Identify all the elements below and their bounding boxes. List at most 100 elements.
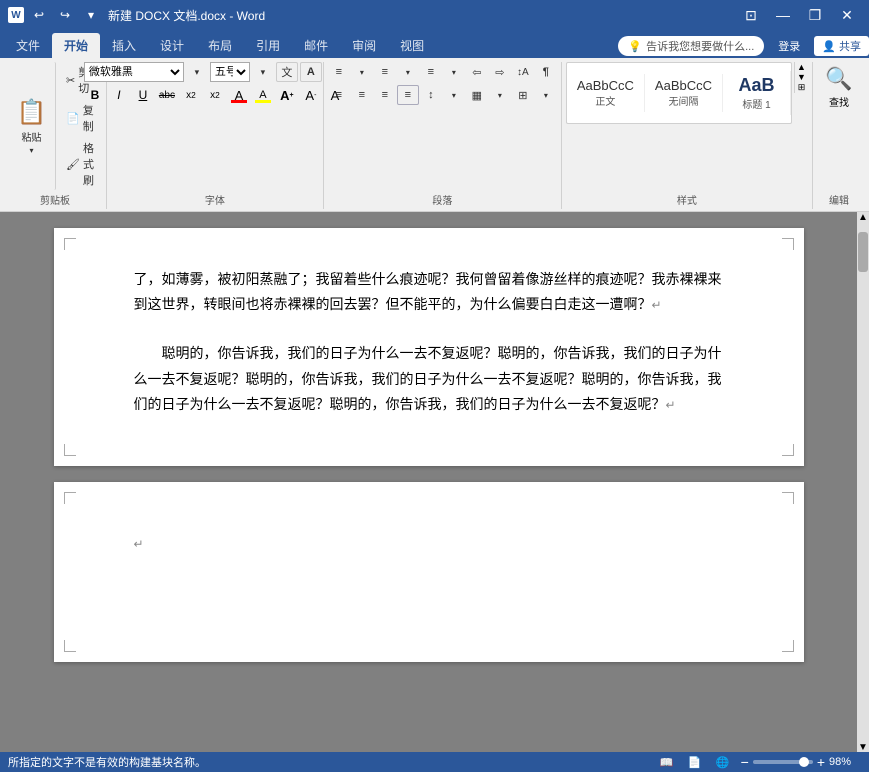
- borders-dropdown[interactable]: ▾: [535, 85, 557, 105]
- borders-button[interactable]: ⊞: [512, 85, 534, 105]
- scissors-icon: ✂: [66, 74, 75, 87]
- font-name-select[interactable]: 微软雅黑: [84, 62, 184, 82]
- italic-button[interactable]: I: [108, 85, 130, 105]
- styles-group: AaBbCcC 正文 AaBbCcC 无间隔 AaB 标题 1 ▲ ▼ ⊞ 样式: [562, 62, 813, 209]
- subscript-button[interactable]: x2: [180, 85, 202, 105]
- undo-button[interactable]: ↩: [28, 4, 50, 26]
- web-view-button[interactable]: 🌐: [713, 754, 733, 770]
- underline-button[interactable]: U: [132, 85, 154, 105]
- zoom-slider[interactable]: [753, 760, 813, 764]
- para-row-2: ≡ ≡ ≡ ≡ ↕ ▾ ▦ ▾ ⊞ ▾: [328, 85, 557, 105]
- align-left-button[interactable]: ≡: [328, 85, 350, 105]
- title-bar-left: W ↩ ↪ ▾ 新建 DOCX 文档.docx - Word: [8, 4, 265, 26]
- numbering-dropdown[interactable]: ▾: [397, 62, 419, 82]
- scrollbar-right[interactable]: ▲ ▼: [857, 212, 869, 752]
- tab-mailings[interactable]: 邮件: [292, 33, 340, 58]
- paragraph-1[interactable]: 了，如薄雾，被初阳蒸融了；我留着些什么痕迹呢？我何曾留着像游丝样的痕迹呢？我赤裸…: [134, 268, 724, 318]
- style-normal-preview: AaBbCcC: [577, 78, 634, 93]
- style-normal-label: 正文: [595, 93, 615, 108]
- font-color-indicator: [231, 100, 247, 103]
- app-icon: W: [8, 7, 24, 23]
- line-spacing-button[interactable]: ↕: [420, 85, 442, 105]
- tell-me-box[interactable]: 💡 告诉我您想要做什么...: [618, 36, 764, 56]
- styles-expand[interactable]: ⊞: [795, 82, 808, 93]
- font-size-expand[interactable]: ▾: [252, 62, 274, 82]
- styles-scroll-up[interactable]: ▲: [795, 62, 808, 72]
- ribbon-toolbar: 📋 粘贴 ▾ ✂ 剪切 📄 复制 🖌 格式刷 剪贴板: [0, 58, 869, 212]
- font-size-select[interactable]: 五号: [210, 62, 250, 82]
- find-label: 查找: [829, 94, 849, 109]
- paragraph-1-text: 了，如薄雾，被初阳蒸融了；我留着些什么痕迹呢？我何曾留着像游丝样的痕迹呢？我赤裸…: [134, 273, 722, 313]
- styles-scroll[interactable]: ▲ ▼ ⊞: [794, 62, 808, 93]
- line-spacing-dropdown[interactable]: ▾: [443, 85, 465, 105]
- scroll-up-button[interactable]: ▲: [858, 212, 868, 222]
- multilevel-button[interactable]: ≡: [420, 62, 442, 82]
- bold-button[interactable]: B: [84, 85, 106, 105]
- redo-button[interactable]: ↪: [54, 4, 76, 26]
- restore-button[interactable]: ❐: [801, 4, 829, 26]
- tab-home[interactable]: 开始: [52, 33, 100, 58]
- zoom-out-button[interactable]: −: [741, 754, 749, 770]
- increase-indent-button[interactable]: ⇨: [489, 62, 511, 82]
- scroll-down-button[interactable]: ▼: [858, 742, 868, 752]
- paragraph-2[interactable]: 聪明的，你告诉我，我们的日子为什么一去不复返呢？聪明的，你告诉我，我们的日子为什…: [134, 342, 724, 418]
- tab-file[interactable]: 文件: [4, 33, 52, 58]
- scroll-thumb[interactable]: [858, 232, 868, 272]
- numbering-button[interactable]: ≡: [374, 62, 396, 82]
- align-right-button[interactable]: ≡: [374, 85, 396, 105]
- bullets-button[interactable]: ≡: [328, 62, 350, 82]
- style-normal[interactable]: AaBbCcC 正文: [567, 74, 645, 112]
- superscript-button[interactable]: x2: [204, 85, 226, 105]
- page-1: 了，如薄雾，被初阳蒸融了；我留着些什么痕迹呢？我何曾留着像游丝样的痕迹呢？我赤裸…: [54, 228, 804, 466]
- style-heading1[interactable]: AaB 标题 1: [723, 71, 791, 115]
- minimize-button[interactable]: —: [769, 4, 797, 26]
- window-mode-button[interactable]: ⊡: [737, 4, 765, 26]
- corner-br-p2: [782, 640, 794, 652]
- customize-qa-button[interactable]: ▾: [80, 4, 102, 26]
- close-button[interactable]: ✕: [833, 4, 861, 26]
- login-button[interactable]: 登录: [772, 36, 806, 56]
- zoom-in-button[interactable]: +: [817, 754, 825, 770]
- multilevel-dropdown[interactable]: ▾: [443, 62, 465, 82]
- tab-design[interactable]: 设计: [148, 33, 196, 58]
- align-center-button[interactable]: ≡: [351, 85, 373, 105]
- font-name-expand[interactable]: ▾: [186, 62, 208, 82]
- font-group: 微软雅黑 ▾ 五号 ▾ 文 A B I U abc x2 x2 A: [107, 62, 324, 209]
- paste-button[interactable]: 📋 粘贴 ▾: [8, 62, 56, 190]
- corner-tl-p2: [64, 492, 76, 504]
- justify-button[interactable]: ≡: [397, 85, 419, 105]
- shading-dropdown[interactable]: ▾: [489, 85, 511, 105]
- show-marks-button[interactable]: ¶: [535, 62, 557, 82]
- tab-view[interactable]: 视图: [388, 33, 436, 58]
- strikethrough-button[interactable]: abc: [156, 85, 178, 105]
- status-bar: 所指定的文字不是有效的构建基块名称。 📖 📄 🌐 − + 98%: [0, 752, 869, 772]
- styles-scroll-down[interactable]: ▼: [795, 72, 808, 82]
- bullets-dropdown[interactable]: ▾: [351, 62, 373, 82]
- tab-layout[interactable]: 布局: [196, 33, 244, 58]
- tab-insert[interactable]: 插入: [100, 33, 148, 58]
- tab-references[interactable]: 引用: [244, 33, 292, 58]
- font-row-1: 微软雅黑 ▾ 五号 ▾ 文 A: [84, 62, 322, 82]
- all-caps-button[interactable]: A: [300, 62, 322, 82]
- text-options-button[interactable]: 文: [276, 62, 298, 82]
- grow-font-button[interactable]: A+: [276, 85, 298, 105]
- decrease-indent-button[interactable]: ⇦: [466, 62, 488, 82]
- shrink-font-button[interactable]: A-: [300, 85, 322, 105]
- styles-label: 样式: [677, 190, 697, 209]
- print-view-button[interactable]: 📄: [685, 754, 705, 770]
- page-2-cursor[interactable]: ↵: [134, 522, 724, 557]
- zoom-control: − + 98%: [741, 754, 861, 770]
- find-button[interactable]: 🔍 查找: [817, 62, 861, 113]
- paste-dropdown-icon: ▾: [29, 146, 33, 155]
- shading-button[interactable]: ▦: [466, 85, 488, 105]
- search-icon: 🔍: [825, 66, 852, 92]
- style-no-spacing[interactable]: AaBbCcC 无间隔: [645, 74, 723, 112]
- corner-tr-p1: [782, 238, 794, 250]
- highlight-button[interactable]: A: [252, 85, 274, 105]
- tab-review[interactable]: 审阅: [340, 33, 388, 58]
- share-button[interactable]: 👤 共享: [814, 36, 869, 56]
- sort-button[interactable]: ↕A: [512, 62, 534, 82]
- editing-group: 🔍 查找 编辑: [813, 62, 865, 209]
- read-view-button[interactable]: 📖: [657, 754, 677, 770]
- font-color-button[interactable]: A: [228, 85, 250, 105]
